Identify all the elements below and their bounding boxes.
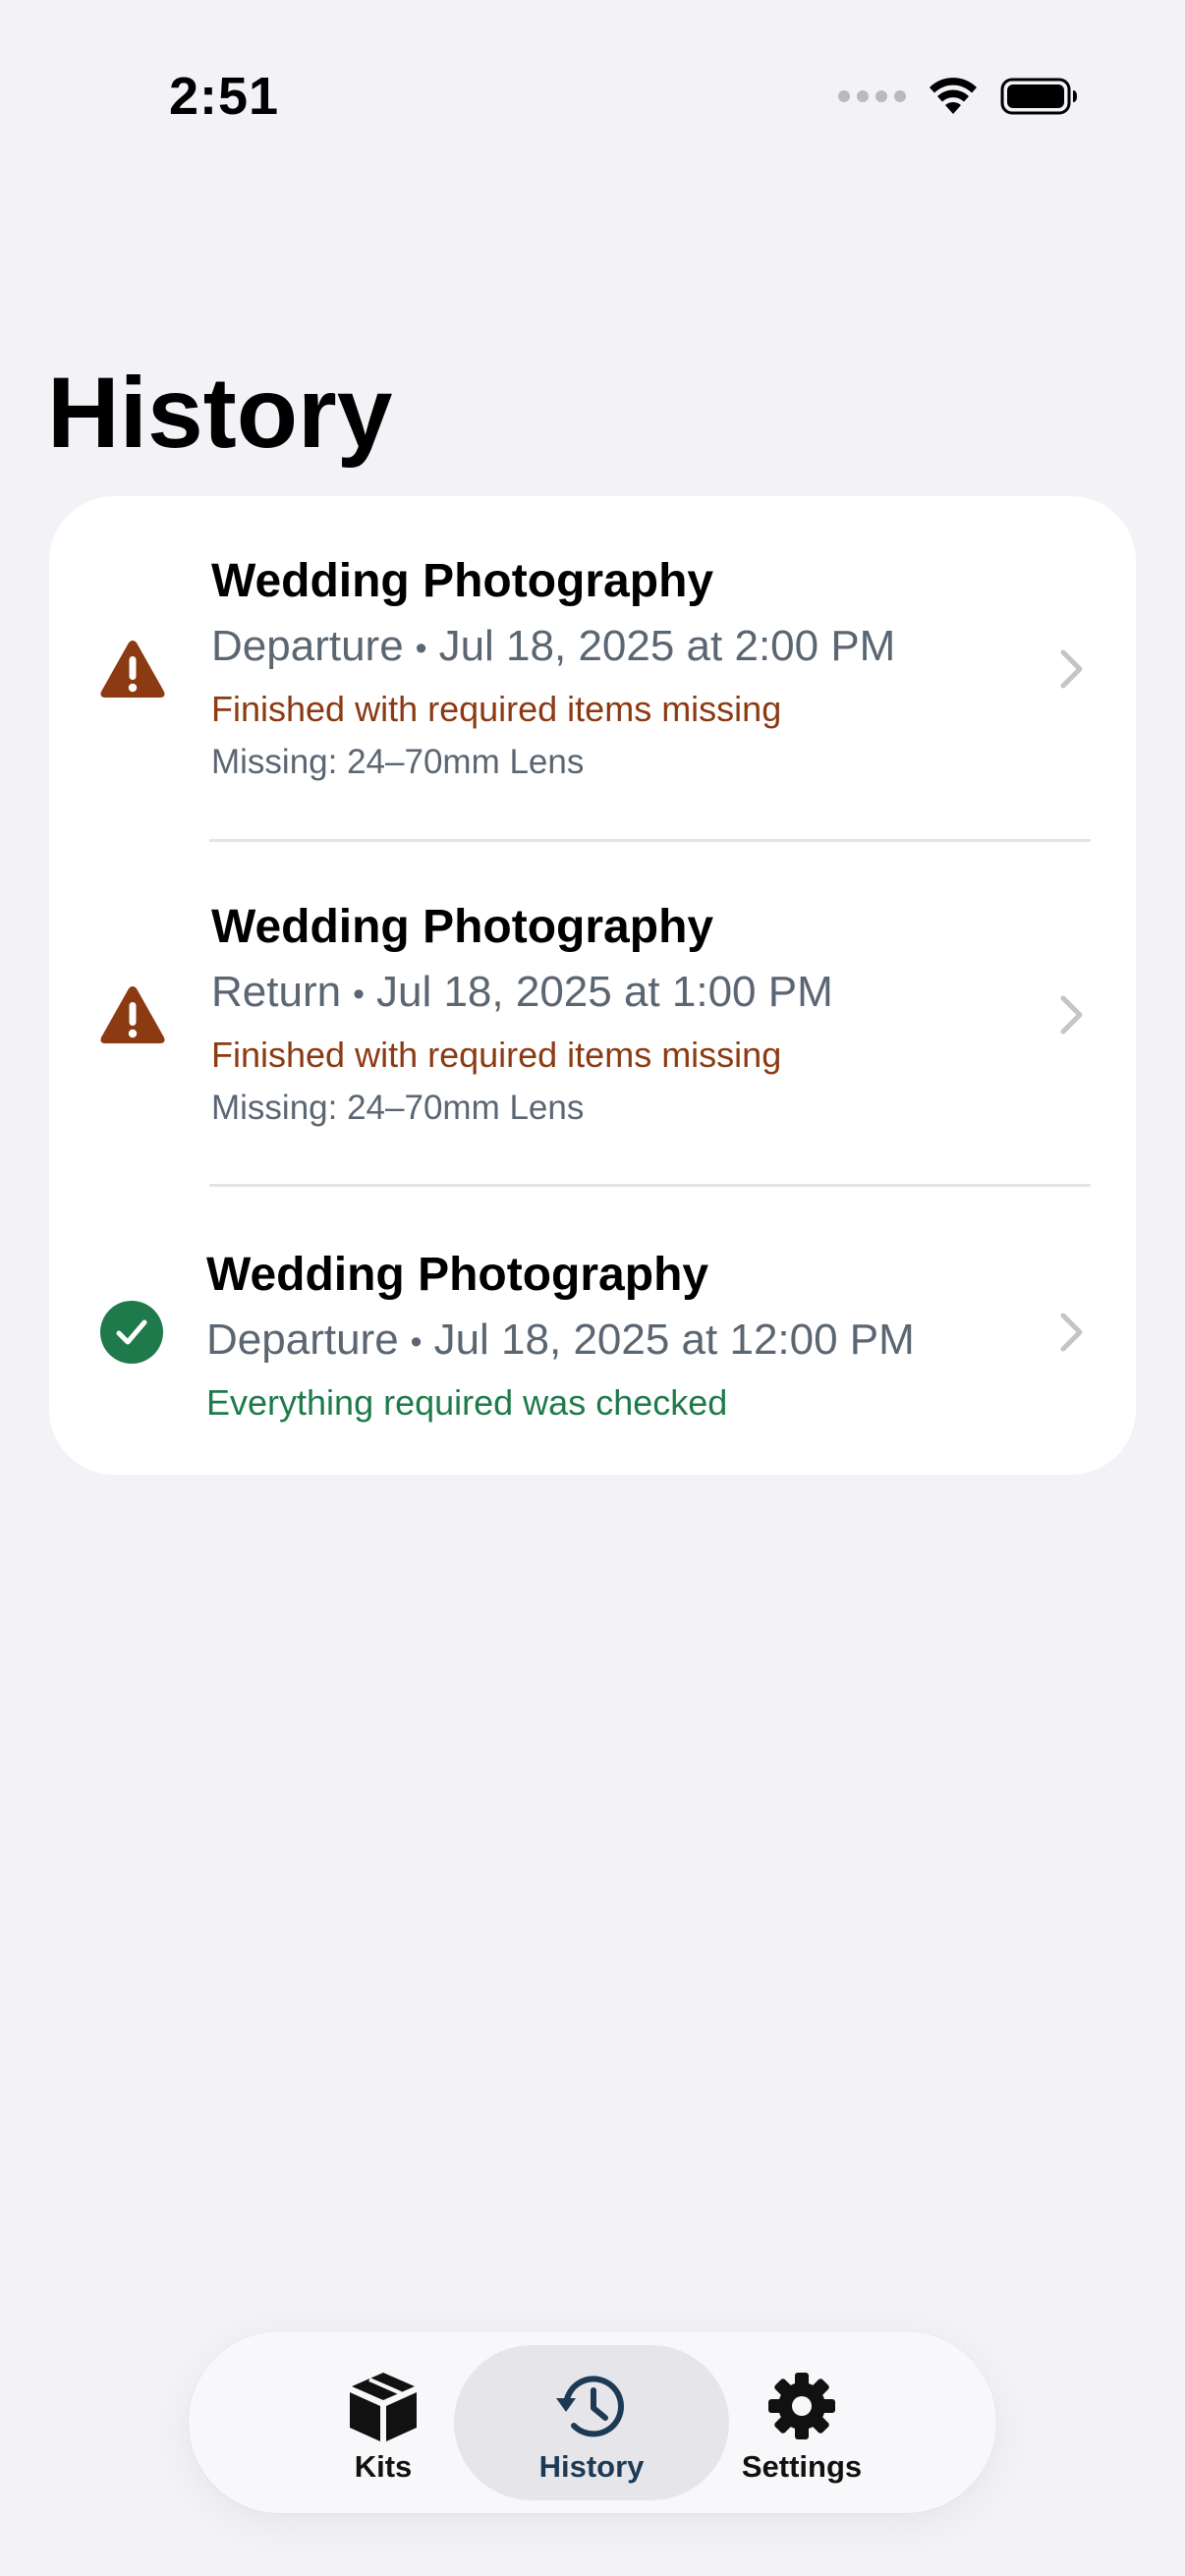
trip-type: Departure (206, 1316, 399, 1364)
status-indicators (838, 69, 1079, 124)
history-row-text: Wedding Photography Departure • Jul 18, 20… (206, 1244, 1047, 1428)
tab-label: Settings (741, 2449, 863, 2484)
tab-bar: Kits History Settings (189, 2331, 996, 2513)
separator: • (415, 630, 427, 668)
battery-icon (1000, 78, 1077, 115)
history-row-1[interactable]: Wedding Photography Departure • Jul 18, 20… (49, 496, 1136, 840)
box-icon (350, 2373, 417, 2441)
trip-info: Departure • Jul 18, 2025 at 12:00 PM (206, 1311, 1047, 1372)
trip-datetime: Jul 18, 2025 at 2:00 PM (438, 622, 896, 670)
status-time: 2:51 (169, 67, 280, 126)
chevron-right-icon (1060, 649, 1083, 689)
cellular-signal-icon (838, 90, 906, 102)
trip-datetime: Jul 18, 2025 at 1:00 PM (375, 968, 833, 1016)
trip-datetime: Jul 18, 2025 at 12:00 PM (433, 1316, 915, 1364)
tab-settings[interactable]: Settings (664, 2345, 939, 2500)
history-row-3[interactable]: Wedding Photography Departure • Jul 18, 20… (49, 1187, 1136, 1475)
page-title: History (47, 357, 393, 469)
warning-triangle-icon (100, 986, 165, 1043)
separator: • (410, 1323, 423, 1362)
history-row-2[interactable]: Wedding Photography Return • Jul 18, 2025 … (49, 842, 1136, 1186)
chevron-right-icon (1060, 1313, 1083, 1352)
completion-status: Everything required was checked (206, 1382, 728, 1424)
kit-name: Wedding Photography (211, 555, 714, 607)
missing-items: Missing: 24–70mm Lens (211, 1089, 585, 1128)
kit-name: Wedding Photography (206, 1249, 709, 1301)
wifi-icon (930, 78, 977, 114)
completion-status: Finished with required items missing (211, 1035, 782, 1076)
checkmark-circle-icon (100, 1301, 163, 1364)
warning-triangle-icon (100, 641, 165, 698)
kit-name: Wedding Photography (211, 901, 714, 953)
completion-status: Finished with required items missing (211, 689, 782, 730)
history-row-text: Wedding Photography Return • Jul 18, 2025 … (211, 896, 1047, 1134)
chevron-right-icon (1060, 995, 1083, 1035)
separator: • (353, 976, 365, 1014)
clock-history-icon (556, 2376, 624, 2437)
trip-type: Departure (211, 622, 404, 670)
trip-info: Departure • Jul 18, 2025 at 2:00 PM (211, 617, 1047, 678)
trip-info: Return • Jul 18, 2025 at 1:00 PM (211, 963, 1047, 1024)
gear-icon (768, 2373, 835, 2439)
history-row-text: Wedding Photography Departure • Jul 18, 20… (211, 550, 1047, 788)
history-list: Wedding Photography Departure • Jul 18, 20… (49, 496, 1136, 1475)
missing-items: Missing: 24–70mm Lens (211, 743, 585, 782)
trip-type: Return (211, 968, 342, 1016)
